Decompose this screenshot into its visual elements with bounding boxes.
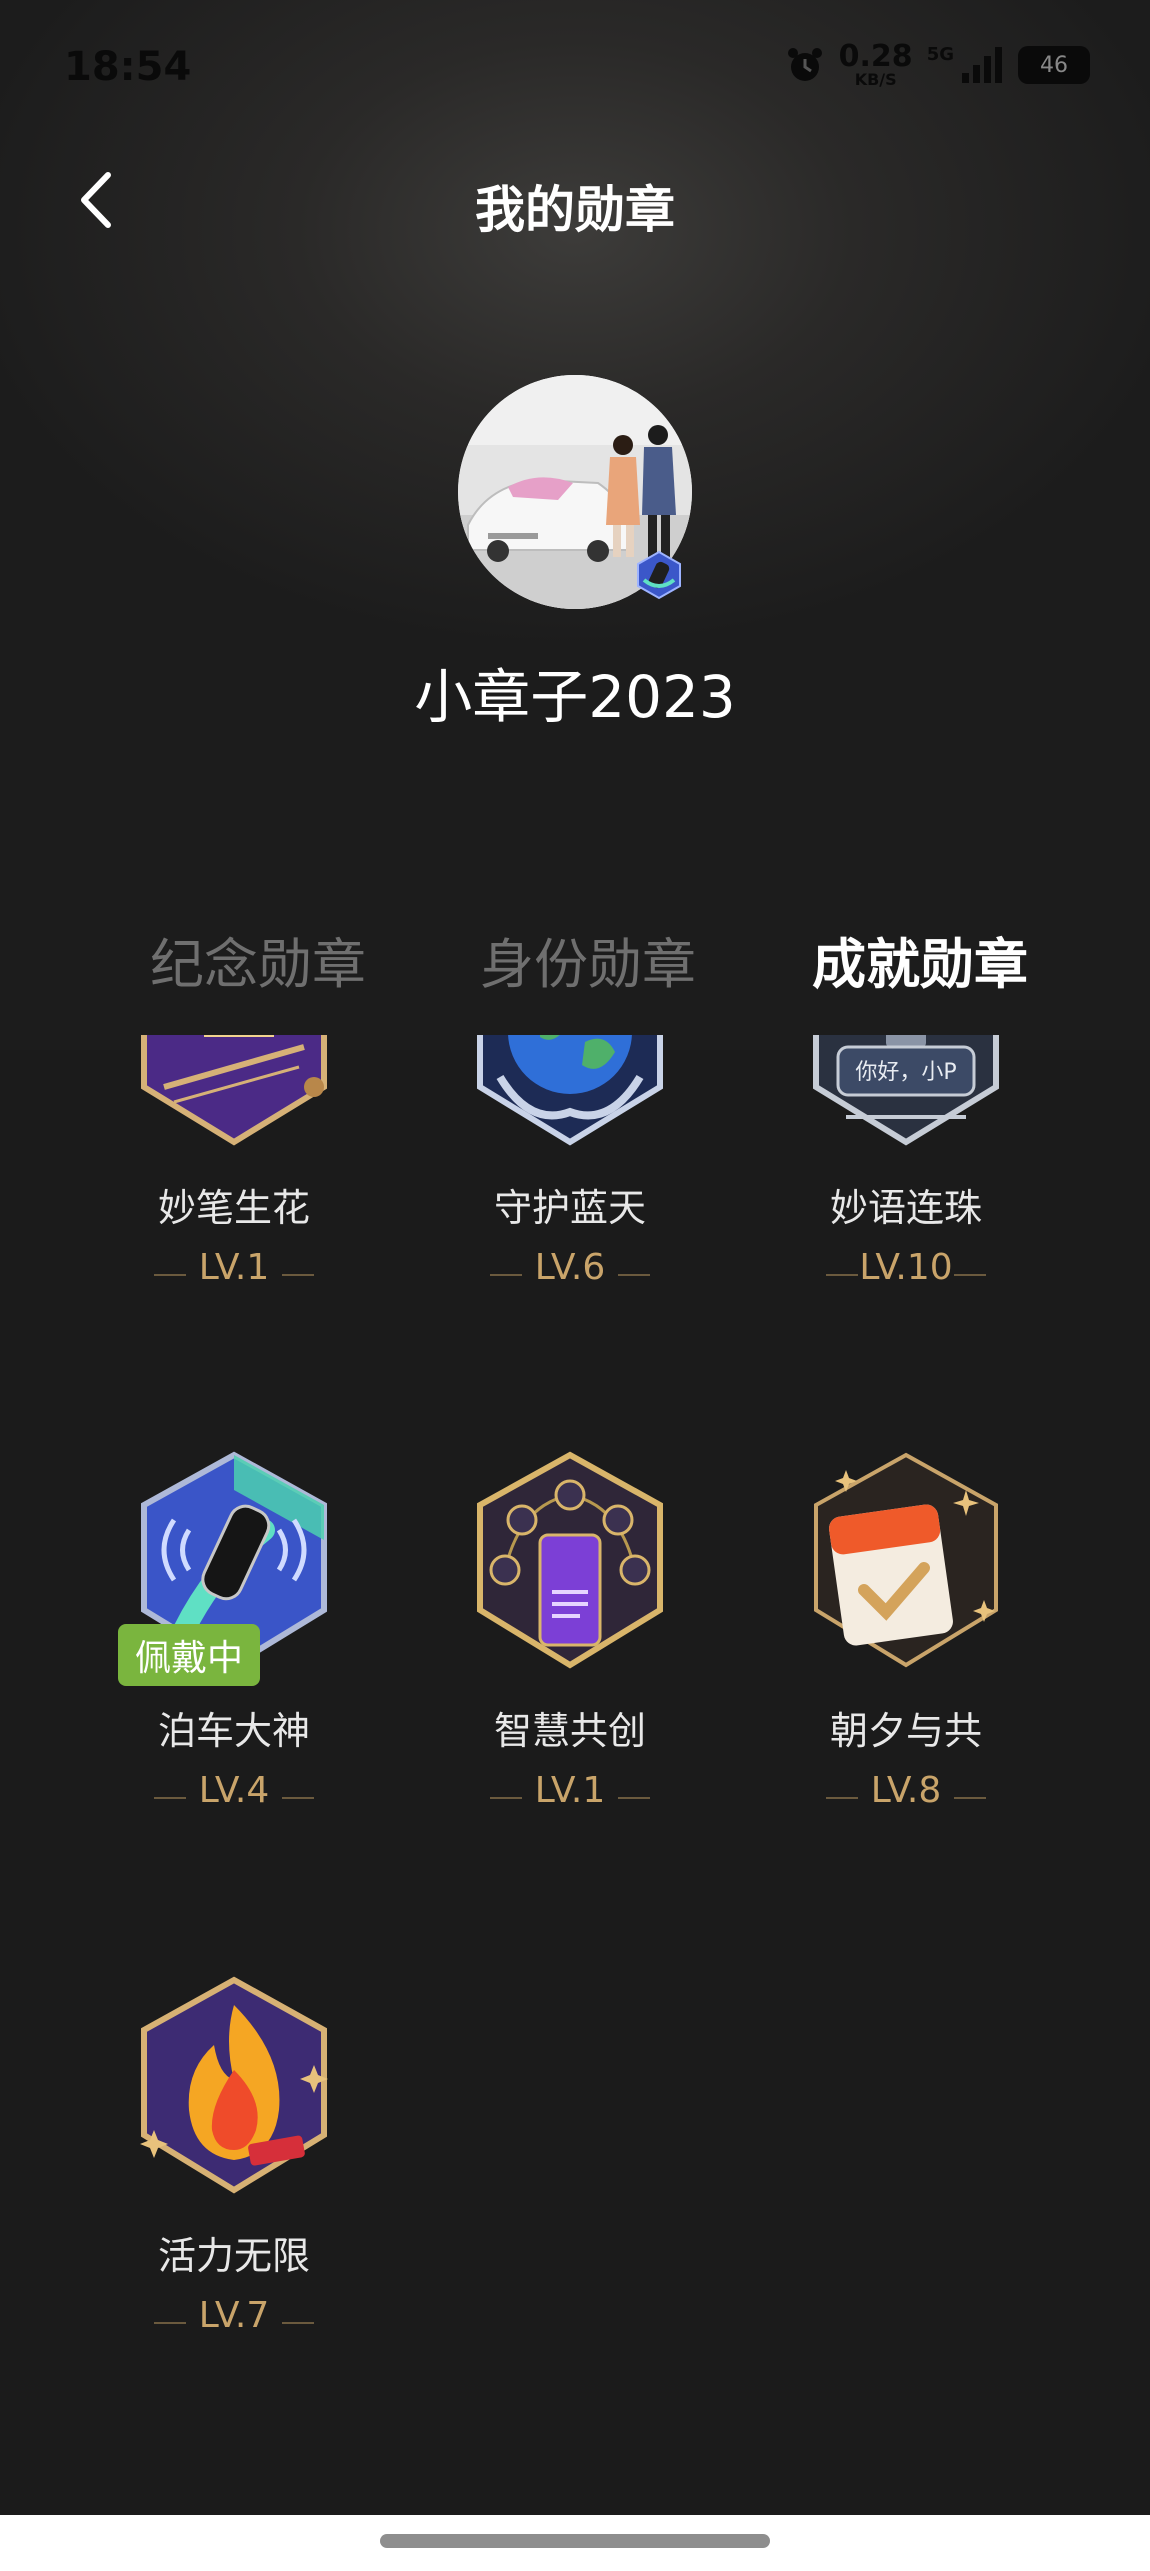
tab-commemorative[interactable]: 纪念勋章	[150, 920, 366, 999]
medal-item[interactable]: 妙笔生花 LV.1	[84, 1035, 384, 1288]
smart-medal-icon	[477, 1451, 663, 1669]
battery-level: 46	[1040, 52, 1068, 78]
status-icons: 0.28 KB/S 5G 46	[785, 40, 1090, 90]
home-indicator[interactable]	[380, 2534, 770, 2548]
medal-item[interactable]: 守护蓝天 LV.6	[420, 1035, 720, 1288]
earth-medal-icon	[477, 1035, 663, 1146]
speed-unit: KB/S	[854, 70, 897, 89]
pen-medal-icon	[141, 1035, 327, 1146]
level-divider	[282, 2322, 314, 2324]
speed-value: 0.28	[838, 39, 913, 74]
medal-grid[interactable]: 妙笔生花 LV.1 守护蓝天 LV.6 你好，小P 妙语连珠 LV.10 泊车大…	[0, 1035, 1150, 2515]
medal-item[interactable]: 智慧共创 LV.1	[420, 1450, 720, 1811]
medal-name: 妙笔生花	[157, 1186, 310, 1230]
medal-name: 妙语连珠	[829, 1186, 982, 1230]
medal-level: LV.8	[870, 1770, 942, 1811]
fire-medal-icon	[140, 1976, 328, 2194]
battery-icon: 46	[1018, 46, 1090, 84]
level-divider	[282, 1274, 314, 1276]
tab-achievement[interactable]: 成就勋章	[812, 920, 1028, 999]
calendar-medal-icon	[814, 1452, 998, 1668]
medal-item[interactable]: 你好，小P 妙语连珠 LV.10	[756, 1035, 1056, 1288]
wearing-badge: 佩戴中	[118, 1624, 260, 1686]
user-name: 小章子2023	[414, 663, 736, 731]
status-bar: 18:54 0.28 KB/S 5G 46	[0, 0, 1150, 130]
medal-level: LV.4	[198, 1770, 270, 1811]
medal-name: 智慧共创	[493, 1709, 646, 1753]
network-type: 5G	[926, 44, 954, 65]
medal-item[interactable]: 朝夕与共 LV.8	[756, 1450, 1056, 1811]
voice-medal-icon: 你好，小P	[813, 1035, 999, 1146]
parking-badge-icon	[637, 550, 681, 600]
alarm-icon	[787, 48, 822, 81]
level-divider	[954, 1797, 986, 1799]
status-time: 18:54	[64, 44, 192, 90]
level-divider	[618, 1797, 650, 1799]
network-speed: 0.28 KB/S	[839, 42, 913, 88]
medal-level: LV.1	[534, 1770, 606, 1811]
medal-name: 泊车大神	[157, 1709, 310, 1753]
medal-name: 活力无限	[157, 2234, 310, 2278]
medal-tabs: 纪念勋章 身份勋章 成就勋章	[0, 920, 1150, 1000]
level-divider	[618, 1274, 650, 1276]
medal-level: LV.1	[198, 1247, 270, 1288]
medal-name: 朝夕与共	[829, 1709, 982, 1753]
medal-level: LV.10	[859, 1247, 953, 1288]
signal-icon	[962, 47, 1002, 83]
tab-identity[interactable]: 身份勋章	[480, 920, 696, 999]
level-divider	[954, 1274, 986, 1276]
page-title: 我的勋章	[475, 181, 675, 239]
medal-level: LV.6	[534, 1247, 606, 1288]
voice-medal-text: 你好，小P	[855, 1060, 956, 1085]
medal-item[interactable]: 活力无限 LV.7	[84, 1975, 384, 2336]
medal-level: LV.7	[198, 2295, 270, 2336]
level-divider	[282, 1797, 314, 1799]
medal-name: 守护蓝天	[493, 1186, 646, 1230]
